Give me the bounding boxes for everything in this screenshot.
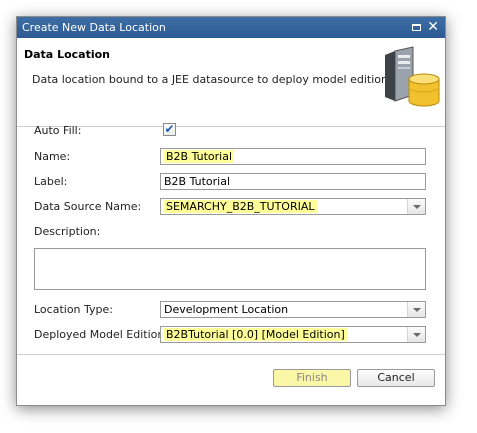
name-field[interactable]: B2B Tutorial — [160, 148, 426, 165]
cancel-button[interactable]: Cancel — [357, 369, 435, 387]
maximize-icon[interactable] — [412, 24, 422, 31]
name-label: Name: — [34, 150, 71, 163]
header-description: Data location bound to a JEE datasource … — [32, 73, 398, 86]
description-label: Description: — [34, 225, 101, 238]
database-server-icon — [385, 46, 440, 107]
data-source-name-value: SEMARCHY_B2B_TUTORIAL — [164, 200, 317, 213]
checkmark-icon: ✔ — [164, 122, 175, 136]
finish-button[interactable]: Finish — [273, 369, 351, 387]
label-label: Label: — [34, 175, 68, 188]
title-controls: ✕ — [412, 17, 439, 38]
description-textarea[interactable] — [34, 248, 426, 290]
label-field[interactable]: B2B Tutorial — [160, 173, 426, 190]
close-icon[interactable]: ✕ — [427, 17, 439, 38]
deployed-model-edition-label: Deployed Model Edition: — [34, 328, 169, 341]
dialog-header: Data Location Data location bound to a J… — [17, 38, 445, 126]
location-type-value: Development Location — [164, 303, 289, 316]
dialog-title: Create New Data Location — [22, 21, 166, 34]
dialog-titlebar[interactable]: Create New Data Location ✕ — [17, 17, 445, 38]
location-type-combo[interactable]: Development Location — [160, 301, 426, 318]
auto-fill-checkbox[interactable]: ✔ — [163, 123, 176, 136]
auto-fill-label: Auto Fill: — [34, 124, 82, 137]
location-type-label: Location Type: — [34, 303, 113, 316]
header-title: Data Location — [24, 48, 110, 61]
chevron-down-icon[interactable] — [407, 302, 425, 317]
data-source-name-label: Data Source Name: — [34, 200, 142, 213]
footer-separator — [17, 354, 445, 355]
deployed-model-edition-value: B2BTutorial [0.0] [Model Edition] — [164, 328, 347, 341]
data-source-name-combo[interactable]: SEMARCHY_B2B_TUTORIAL — [160, 198, 426, 215]
name-value: B2B Tutorial — [164, 150, 235, 163]
create-data-location-dialog: Create New Data Location ✕ Data Location… — [16, 16, 446, 406]
chevron-down-icon[interactable] — [407, 327, 425, 342]
deployed-model-edition-combo[interactable]: B2BTutorial [0.0] [Model Edition] — [160, 326, 426, 343]
label-value: B2B Tutorial — [164, 175, 231, 188]
chevron-down-icon[interactable] — [407, 199, 425, 214]
